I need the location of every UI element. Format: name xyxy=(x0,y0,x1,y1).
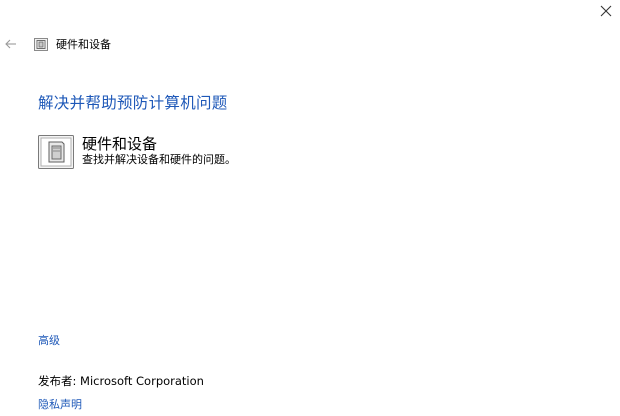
hardware-devices-icon xyxy=(38,135,74,169)
troubleshooter-text: 硬件和设备 查找并解决设备和硬件的问题。 xyxy=(82,135,236,167)
close-button[interactable] xyxy=(592,0,620,22)
troubleshooter-title: 硬件和设备 xyxy=(82,135,158,153)
privacy-statement-link[interactable]: 隐私声明 xyxy=(38,396,82,412)
publisher-label: 发布者: xyxy=(38,374,77,388)
troubleshooter-window: 硬件和设备 解决并帮助预防计算机问题 硬件和设备 查找并解决设备和硬件的问题。 … xyxy=(0,0,620,416)
back-button[interactable] xyxy=(0,35,28,53)
close-icon xyxy=(600,5,612,17)
hardware-troubleshooter-item[interactable]: 硬件和设备 查找并解决设备和硬件的问题。 xyxy=(38,135,236,169)
advanced-link[interactable]: 高级 xyxy=(38,332,60,348)
publisher-info: 发布者: Microsoft Corporation xyxy=(38,373,204,389)
troubleshooter-description: 查找并解决设备和硬件的问题。 xyxy=(82,153,236,166)
navigation-bar: 硬件和设备 xyxy=(0,35,111,53)
back-arrow-icon xyxy=(5,39,16,49)
publisher-value: Microsoft Corporation xyxy=(80,374,204,388)
page-heading: 解决并帮助预防计算机问题 xyxy=(38,94,228,112)
breadcrumb-title: 硬件和设备 xyxy=(56,38,111,51)
hardware-devices-icon xyxy=(34,37,48,51)
